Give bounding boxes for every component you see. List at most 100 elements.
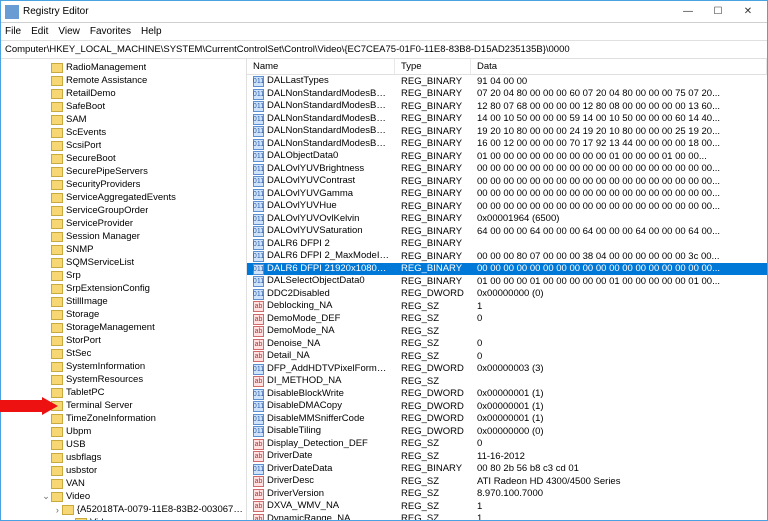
list-row[interactable]: 011DALOvlYUVContrastREG_BINARY00 00 00 0… [247, 175, 767, 188]
tree-item[interactable]: Srp [1, 269, 246, 282]
list-row[interactable]: 011DisableMMSnifferCodeREG_DWORD0x000000… [247, 413, 767, 426]
tree-item[interactable]: ›{A52018TA-0079-11E8-83B2-003067A60488} [1, 503, 246, 516]
list-row[interactable]: 011DALOvlYUVBrightnessREG_BINARY00 00 00… [247, 163, 767, 176]
list-row[interactable]: 011DisableDMACopyREG_DWORD0x00000001 (1) [247, 400, 767, 413]
list-row[interactable]: abDriverDateREG_SZ11-16-2012 [247, 450, 767, 463]
list-row[interactable]: abDemoMode_DEFREG_SZ0 [247, 313, 767, 326]
list-row[interactable]: abDriverVersionREG_SZ8.970.100.7000 [247, 488, 767, 501]
tree-item[interactable]: SrpExtensionConfig [1, 282, 246, 295]
folder-icon [51, 362, 63, 372]
tree-item[interactable]: Remote Assistance [1, 74, 246, 87]
tree-item[interactable]: SystemResources [1, 373, 246, 386]
list-row[interactable]: 011DALR6 DFPI 21920x1080x0x60REG_BINARY0… [247, 263, 767, 276]
tree-item[interactable]: SAM [1, 113, 246, 126]
menu-favorites[interactable]: Favorites [90, 26, 131, 37]
list-row[interactable]: abDynamicRange_NAREG_SZ1 [247, 513, 767, 521]
tree-item[interactable]: SafeBoot [1, 100, 246, 113]
list-row[interactable]: abDriverDescREG_SZATI Radeon HD 4300/450… [247, 475, 767, 488]
address-bar[interactable]: Computer\HKEY_LOCAL_MACHINE\SYSTEM\Curre… [1, 41, 767, 59]
list-row[interactable]: 011DALNonStandardModesBCD5REG_BINARY16 0… [247, 138, 767, 151]
folder-icon [51, 193, 63, 203]
tree-item[interactable]: StillImage [1, 295, 246, 308]
col-header-type[interactable]: Type [395, 59, 471, 74]
maximize-button[interactable]: ☐ [703, 3, 733, 21]
tree-item[interactable]: ScsiPort [1, 139, 246, 152]
tree-item[interactable]: Storage [1, 308, 246, 321]
list-row[interactable]: abDetail_NAREG_SZ0 [247, 350, 767, 363]
tree-item[interactable]: RetailDemo [1, 87, 246, 100]
list-row[interactable]: 011DALLastTypesREG_BINARY91 04 00 00 [247, 75, 767, 88]
tree-item[interactable]: RadioManagement [1, 61, 246, 74]
tree-item[interactable]: usbflags [1, 451, 246, 464]
value-name: DriverVersion [267, 488, 324, 499]
menu-help[interactable]: Help [141, 26, 162, 37]
list-row[interactable]: 011DisableTilingREG_DWORD0x00000000 (0) [247, 425, 767, 438]
tree-item[interactable]: SecurityProviders [1, 178, 246, 191]
tree-item[interactable]: VAN [1, 477, 246, 490]
list-row[interactable]: 011DALNonStandardModesBCD4REG_BINARY19 2… [247, 125, 767, 138]
tree-item[interactable]: ScEvents [1, 126, 246, 139]
tree-item[interactable]: usbstor [1, 464, 246, 477]
tree-item[interactable]: StorageManagement [1, 321, 246, 334]
list-row[interactable]: 011DFP_AddHDTVPixelFormatsREG_DWORD0x000… [247, 363, 767, 376]
list-row[interactable]: abDisplay_Detection_DEFREG_SZ0 [247, 438, 767, 451]
value-data: 0 [471, 338, 767, 349]
list-row[interactable]: 011DriverDateDataREG_BINARY00 80 2b 56 b… [247, 463, 767, 476]
tree-item[interactable]: StSec [1, 347, 246, 360]
binary-value-icon: 011 [253, 251, 264, 262]
tree-item[interactable]: SecurePipeServers [1, 165, 246, 178]
tree-item[interactable]: Session Manager [1, 230, 246, 243]
value-name: DALR6 DFPI 2 [267, 238, 330, 249]
expand-closed-icon[interactable]: › [53, 505, 62, 515]
list-row[interactable]: 011DALOvlYUVHueREG_BINARY00 00 00 00 00 … [247, 200, 767, 213]
list-row[interactable]: 011DALR6 DFPI 2REG_BINARY [247, 238, 767, 251]
value-data: ATI Radeon HD 4300/4500 Series [471, 476, 767, 487]
list-row[interactable]: abDXVA_WMV_NAREG_SZ1 [247, 500, 767, 513]
value-type: REG_BINARY [395, 188, 471, 199]
folder-icon [51, 440, 63, 450]
binary-value-icon: 011 [253, 364, 264, 375]
list-row[interactable]: 011DALNonStandardModesBCD2REG_BINARY12 8… [247, 100, 767, 113]
tree-item[interactable]: Video [1, 516, 246, 520]
tree-view[interactable]: RadioManagementRemote AssistanceRetailDe… [1, 59, 247, 520]
tree-item[interactable]: SecureBoot [1, 152, 246, 165]
list-row[interactable]: abDemoMode_NAREG_SZ [247, 325, 767, 338]
tree-item[interactable]: StorPort [1, 334, 246, 347]
list-row[interactable]: 011DDC2DisabledREG_DWORD0x00000000 (0) [247, 288, 767, 301]
tree-item[interactable]: Ubpm [1, 425, 246, 438]
list-row[interactable]: 011DALR6 DFPI 2_MaxModeInfoREG_BINARY00 … [247, 250, 767, 263]
tree-item[interactable]: USB [1, 438, 246, 451]
tree-item[interactable]: ⌄Video [1, 490, 246, 503]
tree-item[interactable]: SQMServiceList [1, 256, 246, 269]
tree-item[interactable]: ServiceProvider [1, 217, 246, 230]
list-row[interactable]: 011DisableBlockWriteREG_DWORD0x00000001 … [247, 388, 767, 401]
col-header-data[interactable]: Data [471, 59, 767, 74]
close-button[interactable]: ✕ [733, 3, 763, 21]
tree-item[interactable]: SystemInformation [1, 360, 246, 373]
menu-edit[interactable]: Edit [31, 26, 48, 37]
expand-open-icon[interactable]: ⌄ [41, 491, 51, 502]
list-row[interactable]: 011DALSelectObjectData0REG_BINARY01 00 0… [247, 275, 767, 288]
list-row[interactable]: abDeblocking_NAREG_SZ1 [247, 300, 767, 313]
value-type: REG_DWORD [395, 401, 471, 412]
value-name: DALR6 DFPI 21920x1080x0x60 [267, 263, 395, 274]
minimize-button[interactable]: — [673, 3, 703, 21]
value-data: 8.970.100.7000 [471, 488, 767, 499]
tree-item[interactable]: SNMP [1, 243, 246, 256]
list-row[interactable]: 011DALNonStandardModesBCD3REG_BINARY14 0… [247, 113, 767, 126]
list-row[interactable]: abDenoise_NAREG_SZ0 [247, 338, 767, 351]
list-row[interactable]: abDI_METHOD_NAREG_SZ [247, 375, 767, 388]
list-row[interactable]: 011DALOvlYUVGammaREG_BINARY00 00 00 00 0… [247, 188, 767, 201]
list-row[interactable]: 011DALOvlYUVSaturationREG_BINARY64 00 00… [247, 225, 767, 238]
list-row[interactable]: 011DALNonStandardModesBCD1REG_BINARY07 2… [247, 88, 767, 101]
menu-view[interactable]: View [58, 26, 80, 37]
list-row[interactable]: 011DALOvlYUVOvlKelvinREG_BINARY0x0000196… [247, 213, 767, 226]
value-name: DisableDMACopy [267, 400, 342, 411]
col-header-name[interactable]: Name [247, 59, 395, 74]
list-view[interactable]: Name Type Data 011DALLastTypesREG_BINARY… [247, 59, 767, 520]
list-row[interactable]: 011DALObjectData0REG_BINARY01 00 00 00 0… [247, 150, 767, 163]
binary-value-icon: 011 [253, 139, 264, 150]
tree-item[interactable]: ServiceGroupOrder [1, 204, 246, 217]
menu-file[interactable]: File [5, 26, 21, 37]
tree-item[interactable]: ServiceAggregatedEvents [1, 191, 246, 204]
